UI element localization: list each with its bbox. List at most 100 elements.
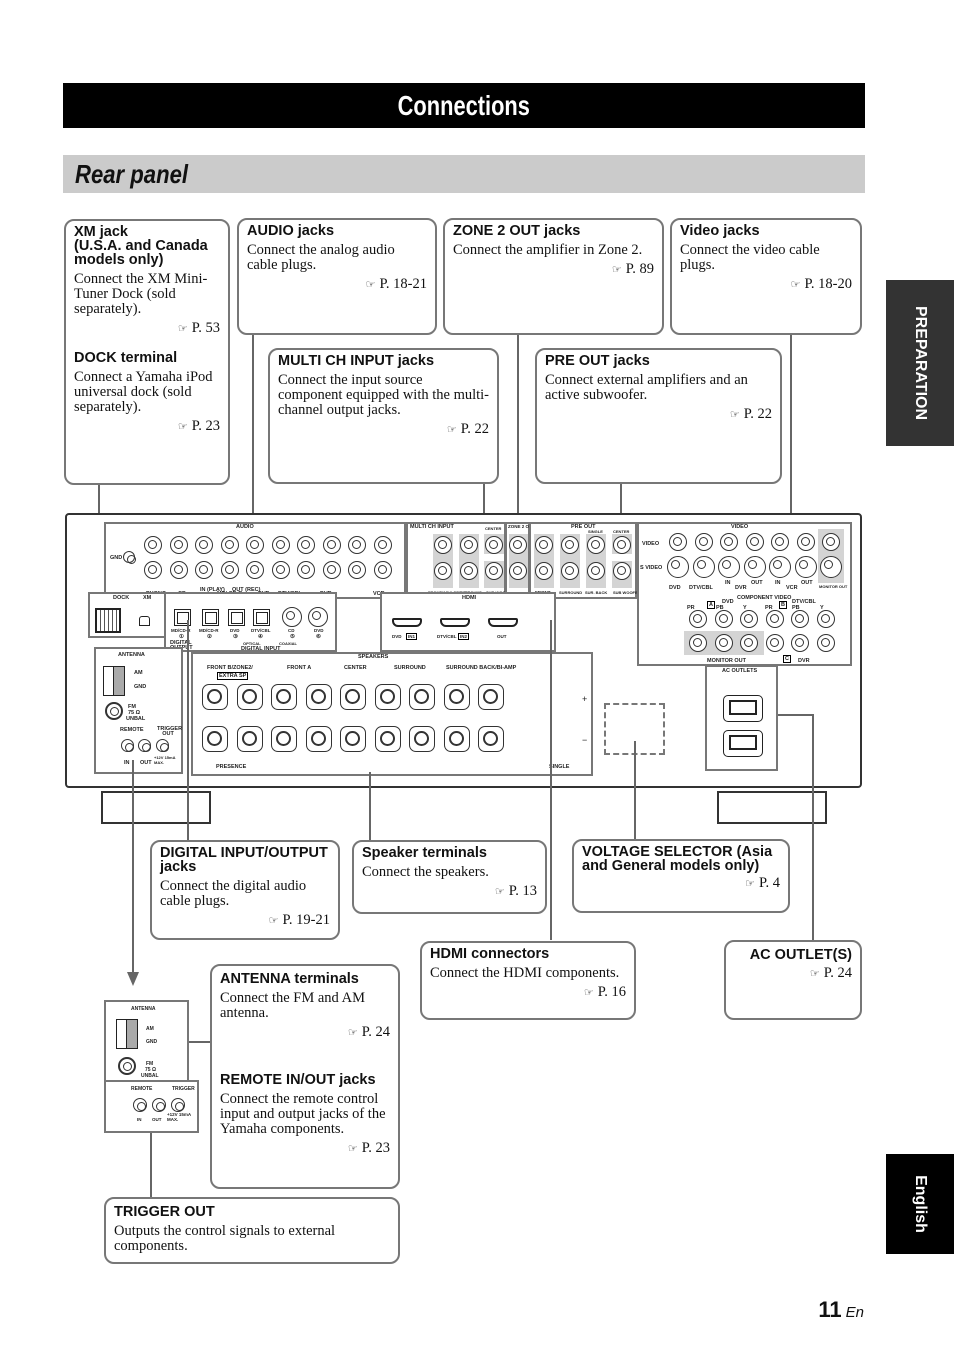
pre-out-jack[interactable] [587, 536, 605, 554]
page-reference[interactable]: ☞ P. 13 [362, 883, 537, 900]
component-video-jack[interactable] [689, 610, 707, 628]
speaker-terminal-positive[interactable] [236, 684, 263, 710]
multi-ch-jack[interactable] [434, 536, 452, 554]
page-reference[interactable]: ☞ P. 89 [453, 261, 654, 278]
remote-out-jack[interactable] [138, 739, 151, 752]
speaker-terminal-positive[interactable] [202, 684, 228, 710]
audio-jack-right[interactable] [322, 561, 341, 579]
page-reference[interactable]: ☞ P. 24 [734, 965, 852, 982]
speaker-terminal-negative[interactable] [478, 726, 504, 752]
coaxial-jack[interactable] [282, 607, 302, 627]
s-video-jack[interactable] [667, 556, 689, 578]
speaker-terminal-negative[interactable] [305, 726, 332, 752]
multi-ch-jack[interactable] [460, 562, 478, 580]
audio-jack-right[interactable] [373, 561, 392, 579]
s-video-jack[interactable] [769, 556, 791, 578]
speaker-terminal-negative[interactable] [236, 726, 263, 752]
audio-jack-right[interactable] [169, 561, 188, 579]
pre-out-jack[interactable] [613, 536, 631, 554]
side-tab-english[interactable]: English [886, 1154, 954, 1254]
side-tab-preparation[interactable]: PREPARATION [886, 280, 954, 446]
composite-video-jack[interactable] [745, 533, 764, 551]
page-reference[interactable]: ☞ P. 22 [278, 421, 489, 438]
ac-outlet[interactable] [723, 695, 763, 722]
dock-connector[interactable] [95, 608, 121, 633]
component-video-jack[interactable] [765, 610, 784, 628]
hdmi-port-dtv[interactable] [440, 618, 470, 627]
multi-ch-jack[interactable] [485, 536, 503, 554]
composite-video-jack[interactable] [694, 533, 713, 551]
audio-jack-left[interactable] [271, 536, 290, 554]
remote-out-jack[interactable] [152, 1098, 166, 1112]
xm-connector[interactable] [139, 616, 150, 626]
optical-jack[interactable] [202, 609, 219, 626]
audio-jack-right[interactable] [246, 561, 264, 579]
pre-out-jack[interactable] [587, 562, 605, 580]
multi-ch-jack[interactable] [485, 562, 503, 580]
pre-out-jack[interactable] [535, 536, 553, 554]
remote-in-jack[interactable] [121, 739, 134, 752]
am-terminal[interactable] [116, 1019, 138, 1049]
page-reference[interactable]: ☞ P. 16 [430, 984, 626, 1001]
ac-outlet[interactable] [723, 730, 763, 757]
hdmi-port-dvd[interactable] [392, 618, 422, 627]
coaxial-jack[interactable] [308, 607, 328, 627]
optical-jack[interactable] [253, 609, 270, 626]
audio-jack-left[interactable] [220, 536, 239, 554]
hdmi-port-out[interactable] [488, 618, 518, 627]
audio-jack-right[interactable] [195, 561, 213, 579]
page-reference[interactable]: ☞ P. 53 [74, 320, 220, 337]
speaker-terminal-positive[interactable] [478, 684, 504, 710]
audio-jack-right[interactable] [297, 561, 315, 579]
optical-jack[interactable] [228, 609, 245, 626]
gnd-terminal[interactable] [123, 551, 136, 564]
component-video-jack[interactable] [740, 634, 758, 652]
composite-video-jack[interactable] [669, 533, 687, 551]
composite-video-jack[interactable] [720, 533, 738, 551]
component-video-jack[interactable] [765, 634, 784, 652]
component-video-jack[interactable] [740, 610, 758, 628]
pre-out-jack[interactable] [613, 562, 631, 580]
page-reference[interactable]: ☞ P. 23 [220, 1140, 390, 1157]
speaker-terminal-negative[interactable] [374, 726, 401, 752]
audio-jack-right[interactable] [144, 561, 162, 579]
page-reference[interactable]: ☞ P. 24 [220, 1024, 390, 1041]
pre-out-jack[interactable] [561, 536, 579, 554]
component-video-jack[interactable] [689, 634, 707, 652]
composite-video-jack[interactable] [796, 533, 815, 551]
component-video-jack[interactable] [791, 634, 809, 652]
speaker-terminal-positive[interactable] [374, 684, 401, 710]
speaker-terminal-negative[interactable] [340, 726, 366, 752]
audio-jack-left[interactable] [195, 536, 213, 554]
s-video-jack[interactable] [820, 556, 842, 578]
speaker-terminal-positive[interactable] [340, 684, 366, 710]
speaker-terminal-negative[interactable] [409, 726, 435, 752]
composite-video-jack[interactable] [771, 533, 789, 551]
speaker-terminal-positive[interactable] [409, 684, 435, 710]
audio-jack-right[interactable] [348, 561, 366, 579]
zone2-jack[interactable] [509, 562, 527, 580]
page-reference[interactable]: ☞ P. 23 [74, 418, 220, 435]
audio-jack-right[interactable] [271, 561, 290, 579]
speaker-terminal-positive[interactable] [271, 684, 297, 710]
fm-terminal[interactable] [118, 1057, 136, 1075]
remote-in-jack[interactable] [133, 1098, 147, 1112]
speaker-terminal-positive[interactable] [305, 684, 332, 710]
component-video-jack[interactable] [816, 634, 835, 652]
zone2-jack[interactable] [509, 536, 527, 554]
pre-out-jack[interactable] [561, 562, 579, 580]
component-video-jack[interactable] [816, 610, 835, 628]
component-video-jack[interactable] [714, 634, 733, 652]
am-terminal[interactable] [103, 666, 125, 696]
audio-jack-left[interactable] [297, 536, 315, 554]
page-reference[interactable]: ☞ P. 18-20 [680, 276, 852, 293]
multi-ch-jack[interactable] [434, 562, 452, 580]
pre-out-jack[interactable] [535, 562, 553, 580]
audio-jack-right[interactable] [220, 561, 239, 579]
composite-video-jack[interactable] [822, 533, 840, 551]
audio-jack-left[interactable] [348, 536, 366, 554]
trigger-out-jack[interactable] [171, 1098, 185, 1112]
speaker-terminal-positive[interactable] [443, 684, 470, 710]
audio-jack-left[interactable] [169, 536, 188, 554]
component-video-jack[interactable] [714, 610, 733, 628]
